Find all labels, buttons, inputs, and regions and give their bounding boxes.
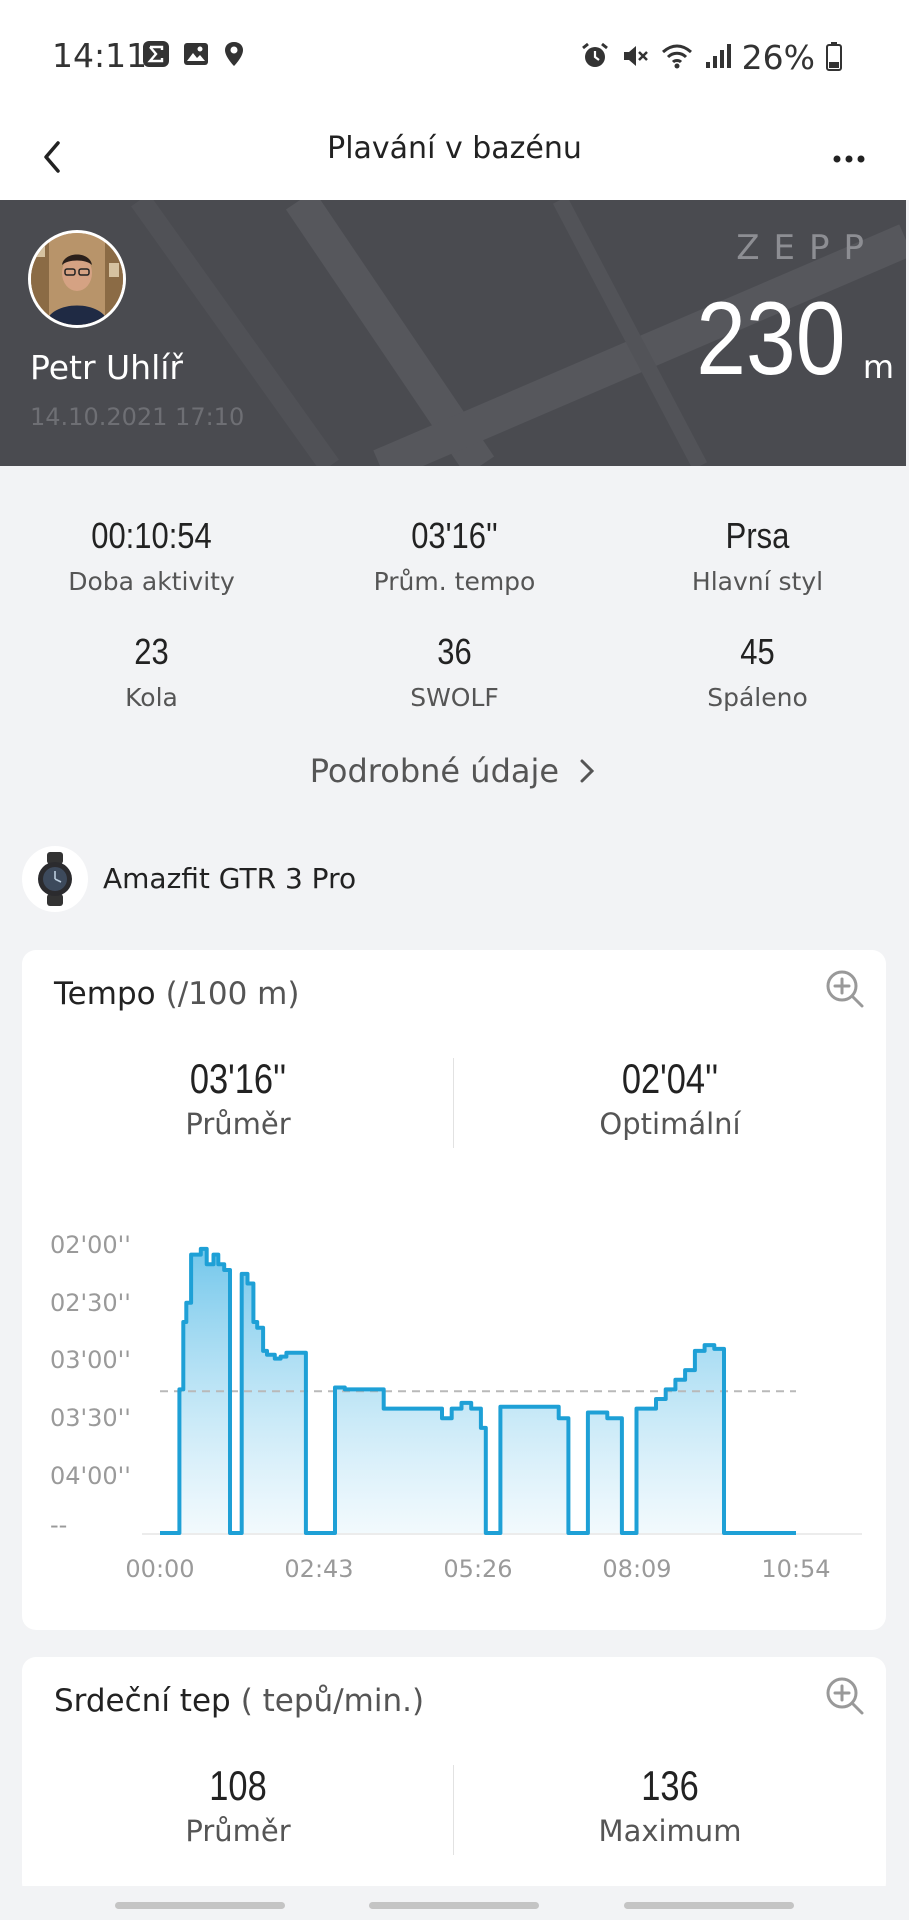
stat-value: 36: [437, 631, 472, 672]
nav-back[interactable]: [624, 1902, 794, 1909]
stat-value: 23: [134, 631, 169, 672]
gallery-icon: [182, 40, 210, 72]
y-axis: 02'00'' 02'30'' 03'00'' 03'30'' 04'00'' --: [50, 1231, 131, 1539]
user-name: Petr Uhlíř: [30, 348, 183, 387]
page-title: Plavání v bazénu: [327, 131, 582, 166]
stat-label: Doba aktivity: [68, 567, 235, 596]
stat-swolf: 36 SWOLF: [303, 631, 606, 712]
signal-icon: [704, 42, 732, 74]
app-bar: Plavání v bazénu: [0, 115, 909, 200]
hr-max-value: 136: [641, 1762, 699, 1809]
wifi-icon: [660, 41, 694, 75]
hr-average: 108 Průměr: [22, 1762, 454, 1848]
hr-zoom-button[interactable]: [824, 1675, 866, 1717]
hr-average-label: Průměr: [185, 1814, 291, 1848]
status-left-icons: [142, 40, 246, 72]
stat-label: Kola: [125, 683, 178, 712]
battery-icon: [825, 41, 843, 75]
stat-value: 00:10:54: [91, 515, 212, 556]
watch-icon: [22, 846, 88, 912]
x-axis: 00:00 02:43 05:26 08:09 10:54: [125, 1555, 830, 1583]
chevron-right-icon: [580, 759, 595, 783]
stat-main-style: Prsa Hlavní styl: [606, 515, 909, 596]
x-tick-label: 10:54: [761, 1555, 830, 1583]
y-tick-label: --: [50, 1511, 67, 1539]
details-link[interactable]: Podrobné údaje: [0, 752, 909, 790]
stat-avg-pace: 03'16'' Prům. tempo: [303, 515, 606, 596]
battery-percent: 26%: [741, 38, 815, 77]
sigma-icon: [142, 40, 170, 72]
status-right-icons: 26%: [580, 38, 843, 77]
stat-label: SWOLF: [410, 683, 499, 712]
zoom-in-icon: [826, 1677, 864, 1715]
device-name: Amazfit GTR 3 Pro: [103, 862, 357, 895]
stat-label: Hlavní styl: [691, 567, 824, 596]
x-tick-label: 08:09: [602, 1555, 671, 1583]
hr-max: 136 Maximum: [454, 1762, 886, 1848]
y-tick-label: 03'30'': [50, 1404, 131, 1432]
stat-duration: 00:10:54 Doba aktivity: [0, 515, 303, 596]
tempo-chart: 02'00'' 02'30'' 03'00'' 03'30'' 04'00'' -- 00…: [50, 1231, 862, 1583]
location-icon: [222, 40, 246, 72]
avatar-image: [31, 233, 123, 325]
more-options-button[interactable]: [819, 127, 879, 187]
x-tick-label: 02:43: [284, 1555, 353, 1583]
y-tick-label: 03'00'': [50, 1346, 131, 1374]
stat-value: 45: [740, 631, 775, 672]
stat-label: Spáleno: [707, 683, 808, 712]
y-tick-label: 02'00'': [50, 1231, 131, 1259]
nav-home[interactable]: [369, 1902, 539, 1909]
workout-header: Petr Uhlíř 14.10.2021 17:10 ZEPP 230 m: [0, 200, 906, 466]
more-icon: [833, 155, 865, 163]
stat-laps: 23 Kola: [0, 631, 303, 712]
hr-unit: ( tepů/min.): [240, 1683, 425, 1719]
nav-recents[interactable]: [115, 1902, 285, 1909]
x-tick-label: 05:26: [443, 1555, 512, 1583]
mute-icon: [620, 41, 650, 75]
workout-date: 14.10.2021 17:10: [30, 403, 245, 431]
y-tick-label: 04'00'': [50, 1462, 131, 1490]
brand-logo: ZEPP: [736, 228, 878, 268]
y-tick-label: 02'30'': [50, 1289, 131, 1317]
details-link-label: Podrobné údaje: [309, 752, 560, 790]
status-time: 14:11: [52, 36, 148, 75]
tempo-card: Tempo (/100 m) 03'16'' Průměr 02'04'' Opt…: [22, 950, 886, 1630]
stat-value: 03'16'': [411, 515, 498, 556]
distance-unit: m: [862, 348, 894, 386]
hr-max-label: Maximum: [598, 1814, 742, 1848]
hr-title: Srdeční tep: [54, 1683, 231, 1719]
avatar[interactable]: [28, 230, 126, 328]
stat-value: Prsa: [725, 515, 790, 556]
stat-calories: 45 Spáleno: [606, 631, 909, 712]
stat-label: Prům. tempo: [373, 567, 536, 596]
system-nav-bar: [0, 1886, 909, 1920]
alarm-icon: [580, 41, 610, 75]
hr-card-title: Srdeční tep( tepů/min.): [54, 1683, 424, 1719]
hr-average-value: 108: [209, 1762, 267, 1809]
x-tick-label: 00:00: [125, 1555, 194, 1583]
status-bar: 14:11 26%: [0, 0, 909, 115]
distance-value: 230: [696, 281, 846, 397]
heart-rate-card: Srdeční tep( tepů/min.) 108 Průměr 136 M…: [22, 1657, 886, 1897]
